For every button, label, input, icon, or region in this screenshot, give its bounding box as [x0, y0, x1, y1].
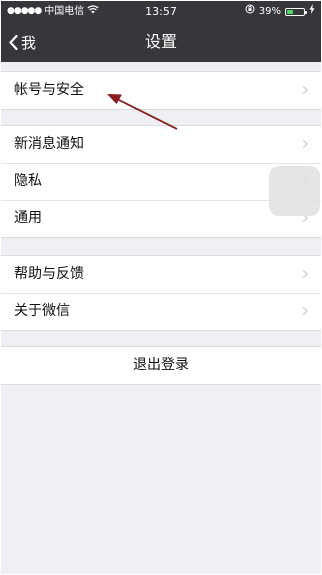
battery-percent: 39% — [258, 6, 281, 17]
settings-item-account-security[interactable]: 帐号与安全 — [1, 72, 321, 109]
phone-screen: ●●●●● 中国电信 13:57 39% 我 设置 帐号与安全 新消息通知 隐私… — [1, 1, 321, 574]
battery-fill — [287, 9, 293, 14]
logout-button[interactable]: 退出登录 — [1, 346, 321, 385]
status-right: 39% — [245, 1, 315, 22]
bolt-icon — [309, 1, 315, 22]
status-bar: ●●●●● 中国电信 13:57 39% — [1, 1, 321, 22]
settings-item-label: 关于微信 — [14, 303, 70, 319]
assistive-touch-button[interactable] — [269, 166, 320, 216]
settings-item-label: 隐私 — [14, 173, 42, 189]
rotation-lock-icon — [245, 1, 255, 22]
chevron-right-icon — [302, 139, 308, 149]
settings-item-about-wechat[interactable]: 关于微信 — [1, 293, 321, 330]
chevron-right-icon — [302, 85, 308, 95]
page-title: 设置 — [144, 32, 177, 51]
chevron-right-icon — [302, 306, 308, 316]
settings-item-notifications[interactable]: 新消息通知 — [1, 126, 321, 163]
settings-item-label: 新消息通知 — [14, 136, 84, 152]
settings-item-label: 帐号与安全 — [14, 82, 84, 98]
settings-item-help-feedback[interactable]: 帮助与反馈 — [1, 256, 321, 293]
settings-item-label: 帮助与反馈 — [14, 266, 84, 282]
battery-icon — [285, 7, 307, 16]
settings-group-account: 帐号与安全 — [1, 71, 321, 110]
chevron-right-icon — [302, 269, 308, 279]
settings-item-label: 通用 — [14, 210, 42, 226]
navigation-bar: 我 设置 — [1, 22, 321, 62]
top-bar: ●●●●● 中国电信 13:57 39% 我 设置 — [1, 1, 321, 62]
settings-group-help: 帮助与反馈 关于微信 — [1, 255, 321, 331]
